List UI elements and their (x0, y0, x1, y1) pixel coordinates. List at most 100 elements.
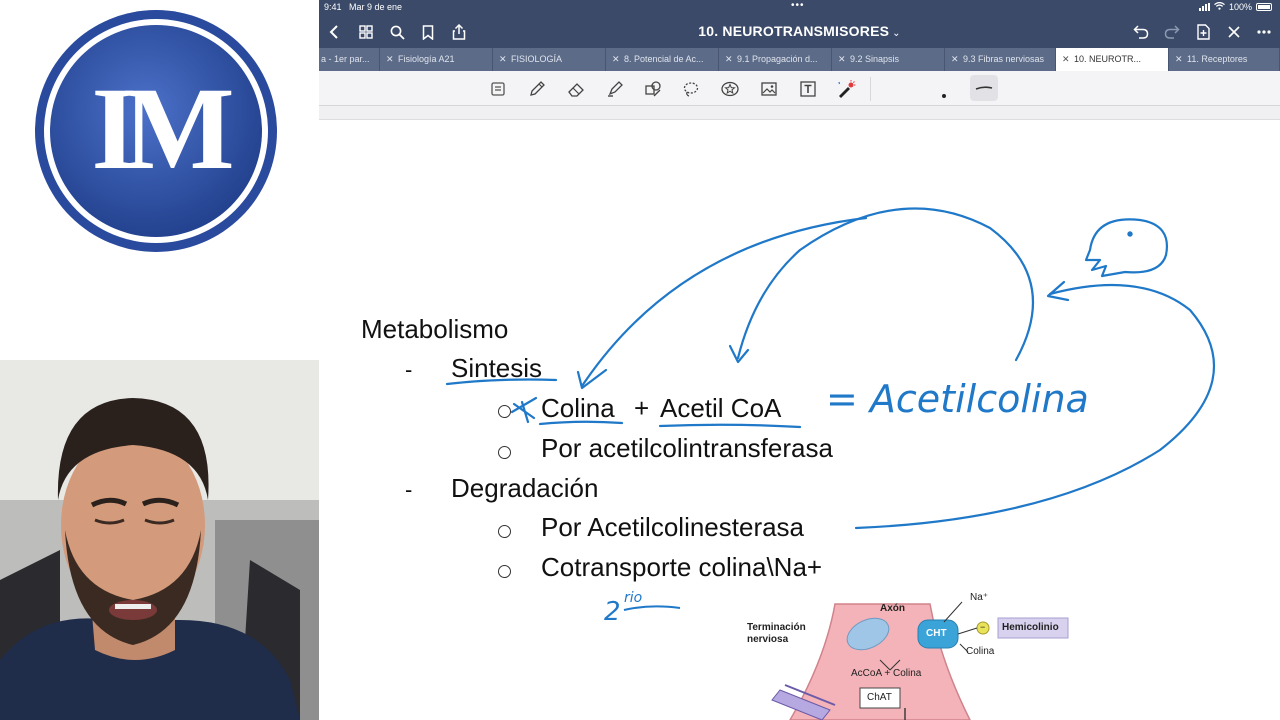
tab-1er-parcial[interactable]: a - 1er par... (319, 48, 380, 71)
item-acetilcolintransferasa: Por acetilcolintransferasa (541, 433, 833, 463)
wifi-icon (1214, 1, 1225, 12)
tab-close-icon[interactable]: ✕ (838, 48, 846, 71)
status-bar: 9:41 Mar 9 de ene ••• 100% (319, 0, 1280, 14)
channel-logo: IM (35, 10, 277, 252)
tab-fibras-nerviosas[interactable]: ✕ 9.3 Fibras nerviosas (945, 48, 1056, 71)
tab-fisiologia-a21[interactable]: ✕ Fisiología A21 (380, 48, 493, 71)
star-sticker-icon (721, 81, 739, 97)
redo-button[interactable] (1162, 22, 1182, 42)
undo-button[interactable] (1131, 22, 1151, 42)
tab-receptores[interactable]: ✕ 11. Receptores (1169, 48, 1280, 71)
toolbar-separator (870, 77, 871, 101)
laser-pointer-tool[interactable] (835, 79, 857, 99)
read-mode-icon (491, 82, 505, 96)
label-terminacion-nerviosa: Terminación nerviosa (747, 622, 806, 645)
tab-label: 9.2 Sinapsis (850, 54, 900, 64)
undo-icon (1133, 25, 1149, 39)
list-dash: - (405, 357, 413, 382)
tab-label: a - 1er par... (321, 54, 370, 64)
item-sintesis: Sintesis (451, 353, 543, 383)
tab-close-icon[interactable]: ✕ (386, 48, 394, 71)
stroke-thickness-selector[interactable] (941, 86, 947, 104)
close-icon (1228, 26, 1240, 38)
redo-icon (1164, 25, 1180, 39)
close-button[interactable] (1224, 22, 1244, 42)
label-cht: CHT (926, 628, 947, 639)
label-colina: Colina (966, 646, 995, 657)
item-colina: Colina (541, 393, 615, 423)
laser-pointer-icon (838, 80, 856, 98)
tab-label: 10. NEUROTR... (1074, 54, 1142, 64)
list-bullet (498, 525, 511, 538)
highlighter-icon (608, 81, 623, 97)
tab-label: 9.1 Propagación d... (737, 54, 818, 64)
tab-close-icon[interactable]: ✕ (725, 48, 733, 71)
signal-icon (1198, 3, 1210, 11)
status-time: 9:41 (324, 2, 342, 12)
add-page-icon (1196, 24, 1210, 40)
elements-tool[interactable] (719, 79, 741, 99)
tab-potencial-de-accion[interactable]: ✕ 8. Potencial de Ac... (606, 48, 719, 71)
eraser-icon (568, 83, 584, 97)
tab-label: Fisiología A21 (398, 54, 455, 64)
label-axon: Axón (880, 603, 905, 614)
dot-size-icon (942, 94, 946, 98)
webcam-feed (0, 360, 319, 720)
highlighter-tool[interactable] (604, 79, 626, 99)
add-page-button[interactable] (1193, 22, 1213, 42)
logo-letters: IM (91, 63, 231, 194)
label-na: Na⁺ (970, 592, 989, 603)
tab-label: 11. Receptores (1187, 54, 1248, 64)
read-mode-tool[interactable] (487, 79, 509, 99)
tab-close-icon[interactable]: ✕ (499, 48, 507, 71)
eraser-tool[interactable] (565, 79, 587, 99)
label-hemicolinio: Hemicolinio (1002, 622, 1059, 633)
tab-close-icon[interactable]: ✕ (1175, 48, 1183, 71)
more-icon (1257, 30, 1271, 34)
tab-close-icon[interactable]: ✕ (612, 48, 620, 71)
shapes-tool[interactable] (642, 79, 664, 99)
battery-icon (1256, 3, 1272, 11)
pen-tool[interactable] (526, 79, 548, 99)
stroke-style-selector[interactable] (970, 75, 998, 101)
label-accoa-colina: AcCoA + Colina (851, 668, 922, 679)
tab-close-icon[interactable]: ✕ (1062, 48, 1070, 71)
tab-label: 9.3 Fibras nerviosas (963, 54, 1045, 64)
tab-label: 8. Potencial de Ac... (624, 54, 704, 64)
more-button[interactable] (1254, 22, 1274, 42)
list-bullet (498, 446, 511, 459)
page-separator (319, 106, 1280, 120)
tab-neurotransmisores[interactable]: ✕ 10. NEUROTR... (1056, 48, 1169, 71)
chevron-down-icon: ⌄ (892, 28, 901, 39)
item-cotransporte: Cotransporte colina\Na+ (541, 552, 823, 582)
drawing-toolbar (319, 71, 1280, 106)
tab-close-icon[interactable]: ✕ (951, 48, 959, 71)
list-dash: - (405, 477, 413, 502)
item-degradacion: Degradación (451, 473, 599, 503)
multitask-dots-icon[interactable]: ••• (791, 0, 805, 11)
screen: IM 9:41 Mar 9 de ene ••• 100% 10. NEUROT… (0, 0, 1280, 720)
lasso-icon (683, 82, 699, 97)
item-acetilcolinesterasa: Por Acetilcolinesterasa (541, 512, 805, 542)
synapse-diagram[interactable]: Terminación nerviosa Axón Na⁺ CHT − Hemi… (740, 590, 1080, 720)
label-inhibitor: − (980, 622, 986, 632)
status-date: Mar 9 de ene (349, 2, 403, 12)
text-tool[interactable] (797, 79, 819, 99)
list-bullet (498, 405, 511, 418)
text-icon (800, 81, 816, 97)
list-bullet (498, 565, 511, 578)
lasso-tool[interactable] (680, 79, 702, 99)
nav-bar: 10. NEUROTRANSMISORES ⌄ (319, 14, 1280, 48)
item-acetil-coa: Acetil CoA (660, 393, 782, 423)
tab-propagacion[interactable]: ✕ 9.1 Propagación d... (719, 48, 832, 71)
document-title-text: 10. NEUROTRANSMISORES (698, 23, 890, 39)
presenter-panel: IM (0, 0, 319, 720)
tab-sinapsis[interactable]: ✕ 9.2 Sinapsis (832, 48, 945, 71)
document-tabs: a - 1er par... ✕ Fisiología A21 ✕ FISIOLOG… (319, 48, 1280, 71)
image-tool[interactable] (758, 79, 780, 99)
pen-icon (530, 81, 545, 96)
tab-fisiologia[interactable]: ✕ FISIOLOGÍA (493, 48, 606, 71)
shapes-icon (645, 81, 661, 97)
stroke-curve-icon (975, 86, 993, 90)
item-plus: + (634, 393, 650, 423)
